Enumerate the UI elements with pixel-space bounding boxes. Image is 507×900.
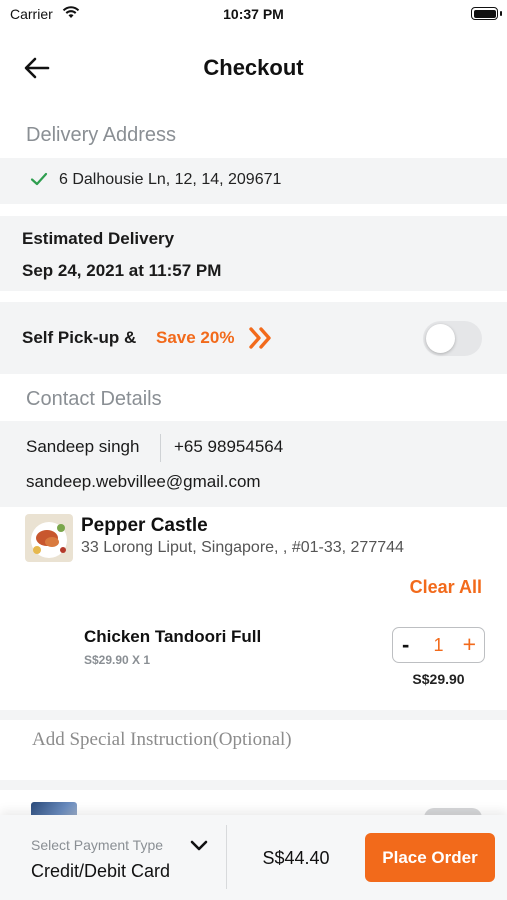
order-total: S$44.40 [262, 848, 330, 868]
delivery-address-text: 6 Dalhousie Ln, 12, 14, 209671 [59, 171, 282, 188]
status-bar: Carrier 10:37 PM [0, 0, 507, 30]
estimated-delivery-value: Sep 24, 2021 at 11:57 PM [22, 261, 222, 280]
battery-icon [471, 7, 498, 20]
checkout-bottom-bar: Select Payment Type Credit/Debit Card S$… [0, 815, 507, 900]
self-pickup-row: Self Pick-up & Save 20% [0, 302, 507, 374]
increase-quantity-button[interactable]: + [463, 631, 476, 658]
clear-all-button[interactable]: Clear All [410, 577, 482, 598]
check-icon [30, 171, 48, 192]
cart-item-unit-price: S$29.90 X 1 [84, 653, 151, 667]
contact-name: Sandeep singh [26, 437, 140, 456]
nav-bar: Checkout [0, 40, 507, 96]
payment-type-value[interactable]: Credit/Debit Card [31, 861, 170, 882]
restaurant-image [25, 514, 73, 562]
contact-details-header: Contact Details [26, 388, 162, 410]
estimated-delivery-section: Estimated Delivery Sep 24, 2021 at 11:57… [0, 216, 507, 291]
special-instruction-input[interactable] [32, 722, 482, 758]
contact-details-section[interactable]: Sandeep singh +65 98954564 sandeep.webvi… [0, 421, 507, 507]
bottom-bar-divider [226, 825, 227, 889]
double-chevron-right-icon [248, 326, 274, 355]
contact-email: sandeep.webvillee@gmail.com [26, 472, 261, 491]
self-pickup-promo: Save 20% [156, 328, 235, 347]
section-separator [0, 710, 507, 720]
status-time: 10:37 PM [223, 6, 284, 22]
toggle-knob [426, 324, 455, 353]
special-instruction-section [0, 722, 507, 778]
restaurant-name: Pepper Castle [81, 515, 208, 536]
chevron-down-icon[interactable] [190, 839, 208, 857]
self-pickup-label: Self Pick-up & [22, 328, 137, 347]
payment-type-label: Select Payment Type [31, 837, 164, 853]
section-separator [0, 780, 507, 790]
battery-tip [500, 11, 502, 16]
page-title: Checkout [203, 55, 304, 80]
cart-item-name: Chicken Tandoori Full [84, 627, 262, 646]
place-order-button[interactable]: Place Order [365, 833, 495, 882]
delivery-address-row[interactable]: 6 Dalhousie Ln, 12, 14, 209671 [0, 158, 507, 204]
contact-phone: +65 98954564 [174, 437, 284, 456]
self-pickup-toggle[interactable] [423, 321, 482, 356]
cart-item-total: S$29.90 [412, 671, 465, 687]
delivery-address-header: Delivery Address [26, 124, 177, 146]
estimated-delivery-label: Estimated Delivery [22, 229, 175, 248]
restaurant-address: 33 Lorong Liput, Singapore, , #01-33, 27… [81, 539, 404, 556]
contact-divider [160, 434, 161, 462]
quantity-stepper: - 1 + [392, 627, 485, 663]
